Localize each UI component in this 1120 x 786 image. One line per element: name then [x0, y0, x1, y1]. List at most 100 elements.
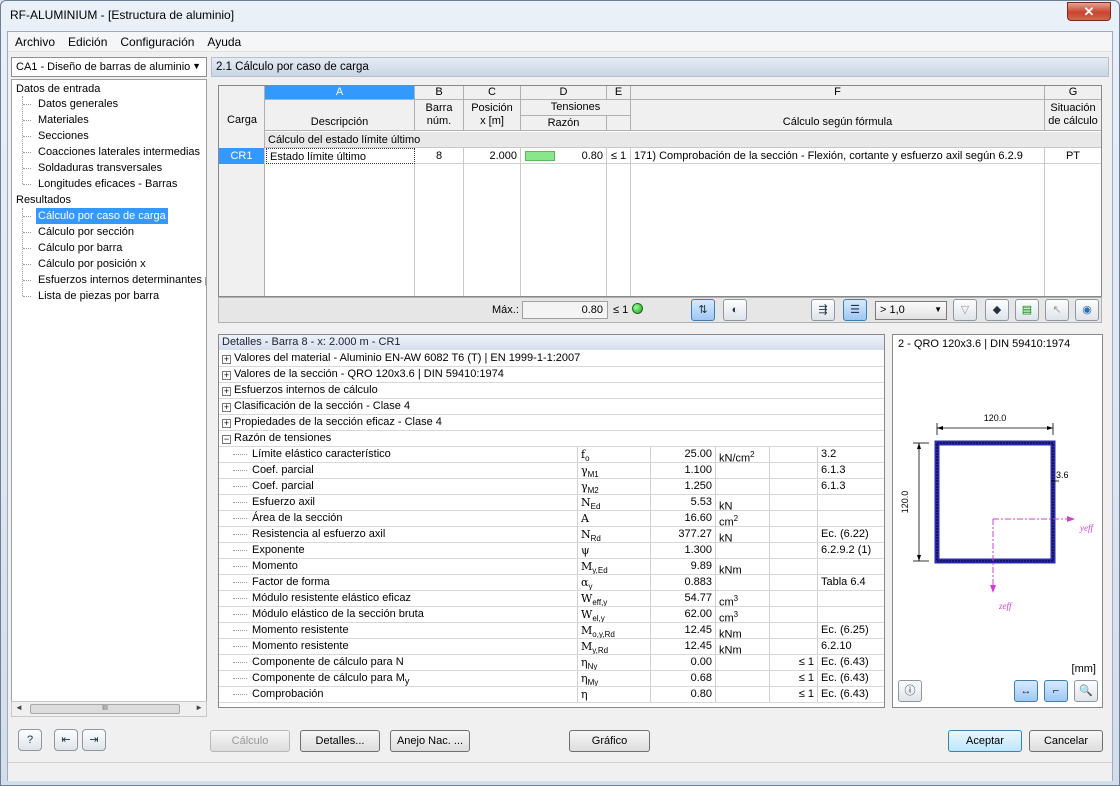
- detail-row[interactable]: Exponente ψ 1.300 6.2.9.2 (1): [219, 543, 884, 559]
- import-button[interactable]: ⇤: [54, 729, 78, 751]
- col-letter-f[interactable]: F: [631, 86, 1045, 100]
- tree-item-datos-generales[interactable]: Datos generales: [38, 96, 118, 112]
- view-button[interactable]: ◉: [1075, 299, 1099, 321]
- detail-le: [769, 527, 817, 542]
- filter-gt1-button[interactable]: ▽: [953, 299, 977, 321]
- scroll-left-icon[interactable]: ◄: [15, 703, 23, 712]
- tree-item-calculo-seccion[interactable]: Cálculo por sección: [38, 224, 134, 240]
- relation-scale-button[interactable]: ◐: [723, 299, 747, 321]
- tree-item-calculo-posicion[interactable]: Cálculo por posición x: [38, 256, 146, 272]
- cell-formula[interactable]: 171) Comprobación de la sección - Flexió…: [631, 148, 1045, 164]
- show-results-button[interactable]: ⇅: [691, 299, 715, 321]
- cell-barra[interactable]: 8: [415, 148, 464, 164]
- tree-item-soldaduras[interactable]: Soldaduras transversales: [38, 160, 162, 176]
- detail-group[interactable]: + Propiedades de la sección eficaz - Clas…: [219, 415, 884, 431]
- cancel-button[interactable]: Cancelar: [1029, 730, 1103, 752]
- menu-edicion[interactable]: Edición: [61, 32, 113, 49]
- detail-group-open[interactable]: − Razón de tensiones: [219, 431, 884, 447]
- detail-group[interactable]: + Clasificación de la sección - Clase 4: [219, 399, 884, 415]
- col-letter-c[interactable]: C: [464, 86, 521, 100]
- section-title: 2.1 Cálculo por caso de carga: [211, 57, 1109, 77]
- detail-row[interactable]: Componente de cálculo para NηNy 0.00 ≤ 1 Ec…: [219, 655, 884, 671]
- detail-row[interactable]: Momento resistente Mo,y,Rd 12.45 kNm Ec. (6.…: [219, 623, 884, 639]
- detail-group[interactable]: + Valores de la sección - QRO 120x3.6 | D…: [219, 367, 884, 383]
- details-button[interactable]: Detalles...: [300, 730, 380, 752]
- detail-row[interactable]: Módulo elástico de la sección bruta Wel,y…: [219, 607, 884, 623]
- detail-value: 25.00: [650, 447, 715, 462]
- color-scale-button[interactable]: ◆: [985, 299, 1009, 321]
- col-letter-a[interactable]: A: [265, 86, 415, 100]
- menu-configuracion[interactable]: Configuración: [113, 32, 200, 49]
- tree-item-calculo-barra[interactable]: Cálculo por barra: [38, 240, 122, 256]
- detail-row[interactable]: Coef. parcial γM1 1.100 6.1.3: [219, 463, 884, 479]
- cell-posicion[interactable]: 2.000: [464, 148, 521, 164]
- tree-item-coacciones[interactable]: Coacciones laterales intermedias: [38, 144, 200, 160]
- detail-unit: cm3: [715, 591, 769, 606]
- export-data-button[interactable]: ⇥: [82, 729, 106, 751]
- tree-item-secciones[interactable]: Secciones: [38, 128, 89, 144]
- tree-group-results[interactable]: Resultados: [16, 192, 71, 208]
- detail-name: Momento resistente: [252, 623, 349, 638]
- detail-row[interactable]: Factor de forma αy 0.883 Tabla 6.4: [219, 575, 884, 591]
- detail-row[interactable]: Comprobación η 0.80 ≤ 1 Ec. (6.43): [219, 687, 884, 703]
- case-select[interactable]: CA1 - Diseño de barras de aluminio ▼: [11, 57, 207, 77]
- max-label: Máx.:: [492, 304, 519, 316]
- detail-row[interactable]: Componente de cálculo para My ηMy 0.68 ≤ 1E…: [219, 671, 884, 687]
- tree-item-longitudes[interactable]: Longitudes eficaces - Barras: [38, 176, 177, 192]
- detail-row[interactable]: Resistencia al esfuerzo axil NRd 377.27 kN E…: [219, 527, 884, 543]
- tree-item-esfuerzos[interactable]: Esfuerzos internos determinantes p: [38, 272, 206, 288]
- col-letter-d[interactable]: D: [521, 86, 607, 100]
- scroll-right-icon[interactable]: ►: [195, 703, 203, 712]
- national-annex-button[interactable]: Anejo Nac. ...: [390, 730, 470, 752]
- detail-row[interactable]: Límite elástico característico fo 25.00 kN/…: [219, 447, 884, 463]
- col-letter-b[interactable]: B: [415, 86, 464, 100]
- expand-icon[interactable]: +: [222, 355, 231, 364]
- export-button[interactable]: ⇶: [811, 299, 835, 321]
- menu-ayuda[interactable]: Ayuda: [200, 32, 247, 49]
- close-button[interactable]: ✕: [1067, 2, 1111, 21]
- cell-situacion[interactable]: PT: [1045, 148, 1101, 164]
- tree-item-lista-piezas[interactable]: Lista de piezas por barra: [38, 288, 159, 304]
- axes-button[interactable]: ⌐: [1044, 680, 1068, 702]
- dimension-button[interactable]: ↔: [1014, 680, 1038, 702]
- detail-row[interactable]: Esfuerzo axil NEd 5.53 kN: [219, 495, 884, 511]
- row-header-cr1[interactable]: CR1: [219, 148, 265, 164]
- calc-button[interactable]: Cálculo: [210, 730, 290, 752]
- tree-item-calculo-caso-carga[interactable]: Cálculo por caso de carga: [36, 208, 168, 224]
- table-filter-button[interactable]: ☰: [843, 299, 867, 321]
- excel-export-button[interactable]: ▤: [1015, 299, 1039, 321]
- ratio-filter-value: > 1,0: [880, 304, 905, 316]
- info-button[interactable]: ⓘ: [898, 680, 922, 702]
- detail-group[interactable]: + Esfuerzos internos de cálculo: [219, 383, 884, 399]
- detail-row[interactable]: Coef. parcial γM2 1.250 6.1.3: [219, 479, 884, 495]
- collapse-icon[interactable]: −: [222, 435, 231, 444]
- detail-row[interactable]: Momento My,Ed 9.89 kNm: [219, 559, 884, 575]
- cell-razon[interactable]: 0.80: [521, 148, 607, 164]
- accept-button[interactable]: Aceptar: [948, 730, 1022, 752]
- graphic-button[interactable]: Gráfico: [569, 730, 650, 752]
- col-letter-e[interactable]: E: [607, 86, 631, 100]
- detail-name: Factor de forma: [252, 575, 330, 590]
- detail-reference: [817, 559, 884, 574]
- detail-group[interactable]: + Valores del material - Aluminio EN-AW 6…: [219, 351, 884, 367]
- detail-row[interactable]: Módulo resistente elástico eficaz Weff,y 5…: [219, 591, 884, 607]
- col-letter-g[interactable]: G: [1045, 86, 1101, 100]
- select-member-button[interactable]: ↖: [1045, 299, 1069, 321]
- expand-icon[interactable]: +: [222, 371, 231, 380]
- tree-branch: [23, 120, 31, 121]
- tree-item-materiales[interactable]: Materiales: [38, 112, 89, 128]
- detail-row[interactable]: Momento resistente My,Rd 12.45 kNm 6.2.10: [219, 639, 884, 655]
- zoom-button[interactable]: 🔍: [1074, 680, 1098, 702]
- expand-icon[interactable]: +: [222, 387, 231, 396]
- help-button[interactable]: ?: [18, 729, 42, 751]
- detail-row[interactable]: Área de la sección A 16.60 cm2: [219, 511, 884, 527]
- expand-icon[interactable]: +: [222, 403, 231, 412]
- tree-horizontal-scrollbar[interactable]: ◄ III ►: [11, 701, 207, 717]
- scroll-thumb[interactable]: III: [30, 704, 180, 714]
- expand-icon[interactable]: +: [222, 419, 231, 428]
- ratio-filter-select[interactable]: > 1,0 ▼: [875, 301, 947, 320]
- tree-group-input[interactable]: Datos de entrada: [16, 81, 100, 97]
- menu-archivo[interactable]: Archivo: [8, 32, 61, 49]
- cell-descripcion[interactable]: Estado límite último: [266, 148, 415, 164]
- tree-branch: [233, 598, 247, 599]
